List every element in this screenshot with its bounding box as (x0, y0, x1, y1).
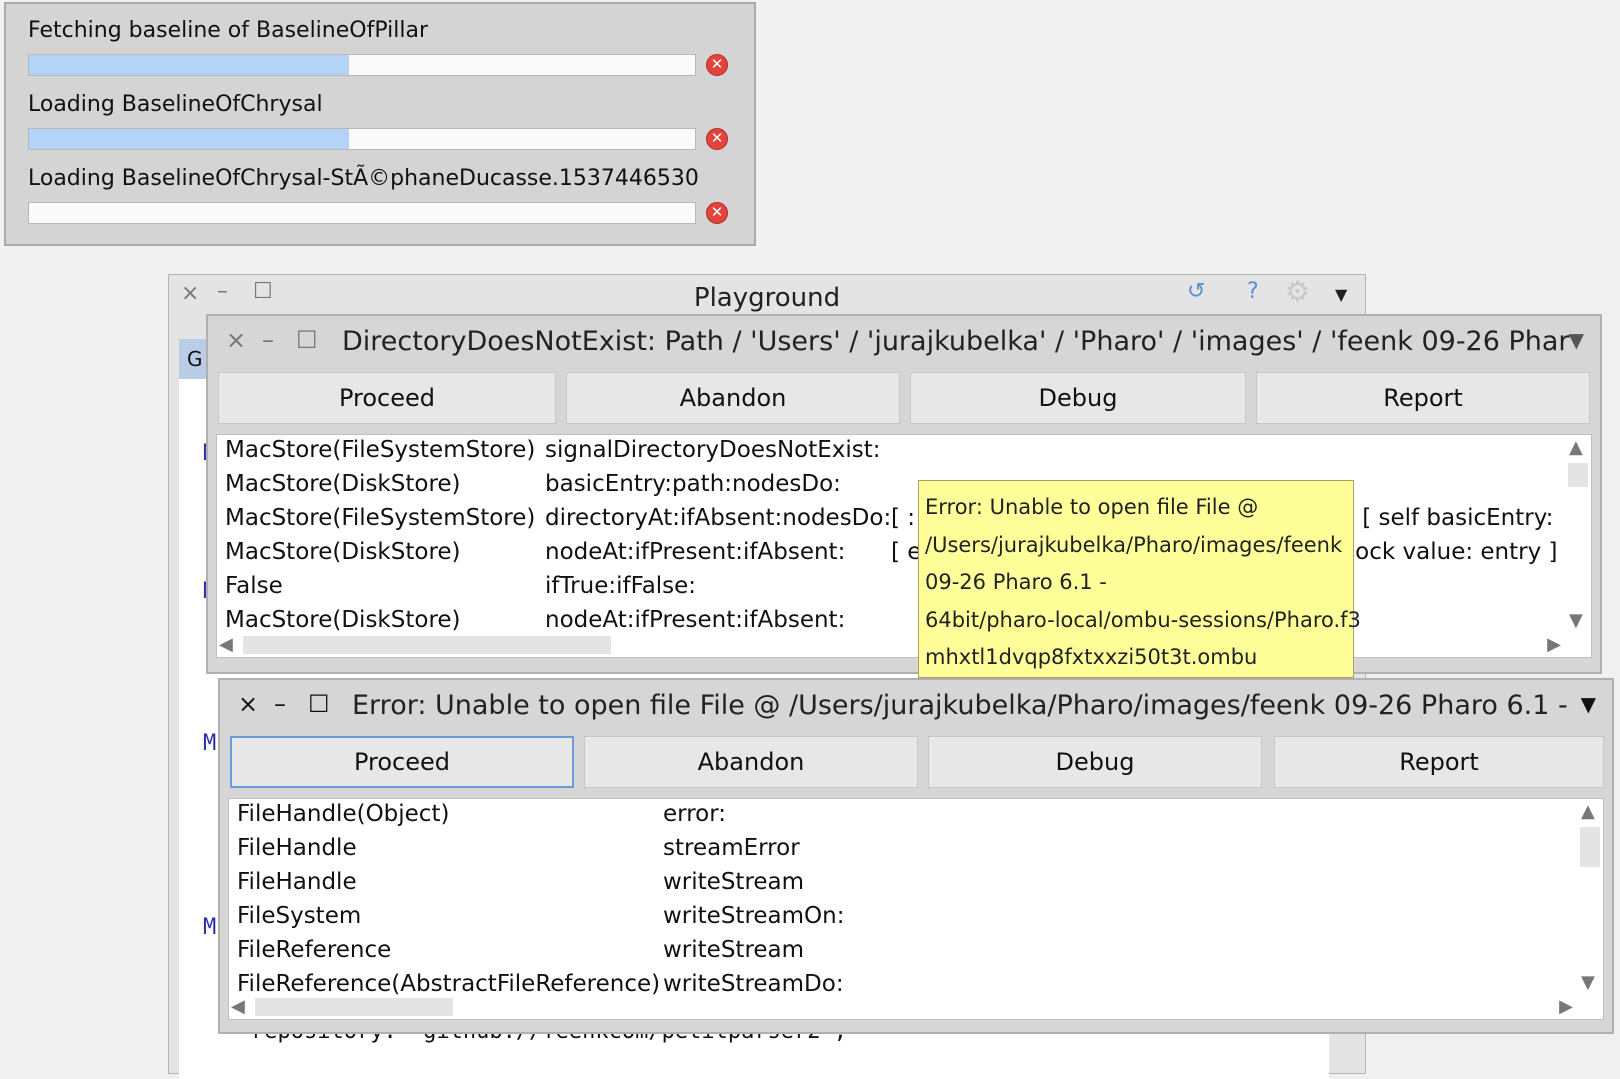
scroll-right-icon[interactable]: ▶ (1559, 996, 1573, 1017)
stack-selector: error: (663, 801, 727, 827)
scroll-up-icon[interactable]: ▲ (1569, 437, 1583, 458)
stack-block: [ : (891, 505, 916, 531)
minimize-icon[interactable]: – (262, 326, 274, 354)
abandon-button[interactable]: Abandon (566, 372, 900, 424)
progress-label-3: Loading BaselineOfChrysal-StÃ©phaneDucas… (28, 166, 699, 191)
stack-selector: writeStream (663, 937, 805, 963)
stack-class: False (225, 573, 283, 599)
chevron-down-icon[interactable]: ▼ (1569, 328, 1584, 352)
stack-selector: directoryAt:ifAbsent:nodesDo: (545, 505, 892, 531)
stack-selector: nodeAt:ifPresent:ifAbsent: (545, 607, 846, 633)
chevron-down-icon[interactable]: ▼ (1335, 285, 1347, 304)
report-button[interactable]: Report (1256, 372, 1590, 424)
stack-class: FileHandle (237, 869, 357, 895)
debugger-title: DirectoryDoesNotExist: Path / 'Users' / … (342, 326, 1570, 357)
tooltip-line: mhxtl1dvqp8fxtxxzi50t3t.ombu (925, 645, 1258, 669)
proceed-button[interactable]: Proceed (218, 372, 556, 424)
scroll-down-icon[interactable]: ▼ (1581, 972, 1595, 993)
report-button[interactable]: Report (1274, 736, 1604, 788)
stack-selector: streamError (663, 835, 800, 861)
chevron-down-icon[interactable]: ▼ (1581, 692, 1596, 716)
progress-bar-1 (28, 54, 696, 76)
vertical-scrollbar[interactable]: ▲ ▼ (1565, 435, 1591, 657)
debugger-window-directory: × – ☐ DirectoryDoesNotExist: Path / 'Use… (206, 314, 1602, 674)
stack-class: MacStore(FileSystemStore) (225, 437, 536, 463)
abandon-button[interactable]: Abandon (584, 736, 918, 788)
proceed-button[interactable]: Proceed (230, 736, 574, 788)
stack-class: FileSystem (237, 903, 362, 929)
scroll-up-icon[interactable]: ▲ (1581, 801, 1595, 822)
debug-button[interactable]: Debug (928, 736, 1262, 788)
stack-selector: basicEntry:path:nodesDo: (545, 471, 841, 497)
scroll-thumb[interactable] (255, 998, 453, 1016)
stack-block: Block value: entry ] (1333, 539, 1558, 565)
stack-class: MacStore(FileSystemStore) (225, 505, 536, 531)
progress-bar-2 (28, 128, 696, 150)
minimize-icon[interactable]: – (274, 690, 286, 718)
playground-title: Playground (693, 283, 841, 313)
progress-label-1: Fetching baseline of BaselineOfPillar (28, 18, 428, 43)
tooltip-line: 64bit/pharo-local/ombu-sessions/Pharo.f3 (925, 607, 1361, 632)
error-tooltip: Error: Unable to open file File @ /Users… (918, 480, 1361, 678)
progress-panel: Fetching baseline of BaselineOfPillar ✕ … (4, 2, 756, 246)
debugger-titlebar[interactable]: × – ☐ Error: Unable to open file File @ … (220, 680, 1612, 732)
stack-class: FileReference(AbstractFileReference) (237, 971, 661, 997)
horizontal-scrollbar[interactable]: ◀ ▶ (217, 633, 1565, 657)
gear-icon[interactable]: ⚙ (1285, 275, 1310, 308)
maximize-icon[interactable]: ☐ (296, 326, 318, 354)
help-icon[interactable]: ? (1247, 279, 1259, 304)
stack-list[interactable]: MacStore(FileSystemStore) signalDirector… (216, 434, 1592, 658)
debugger-titlebar[interactable]: × – ☐ DirectoryDoesNotExist: Path / 'Use… (208, 316, 1600, 368)
stack-block: [ e (891, 539, 922, 565)
scroll-thumb[interactable] (1580, 827, 1600, 867)
scroll-left-icon[interactable]: ◀ (219, 634, 233, 655)
stack-block: e: [ self basicEntry: (1333, 505, 1554, 531)
tooltip-line: /Users/jurajkubelka/Pharo/images/feenk (925, 532, 1343, 557)
stack-class: FileHandle (237, 835, 357, 861)
refresh-icon[interactable]: ↺ (1187, 279, 1205, 304)
stack-class: FileHandle(Object) (237, 801, 450, 827)
stack-class: MacStore(DiskStore) (225, 471, 461, 497)
progress-label-2: Loading BaselineOfChrysal (28, 92, 323, 117)
debugger-window-error: × – ☐ Error: Unable to open file File @ … (218, 678, 1614, 1034)
progress-fill-2 (29, 129, 349, 149)
scroll-down-icon[interactable]: ▼ (1569, 610, 1583, 631)
stack-selector: signalDirectoryDoesNotExist: (545, 437, 881, 463)
scroll-left-icon[interactable]: ◀ (231, 996, 245, 1017)
maximize-icon[interactable]: ☐ (308, 690, 330, 718)
tooltip-line: Error: Unable to open file File @ (925, 495, 1259, 519)
stack-selector: writeStream (663, 869, 805, 895)
stack-class: MacStore(DiskStore) (225, 607, 461, 633)
horizontal-scrollbar[interactable]: ◀ ▶ (229, 995, 1577, 1019)
stack-selector: writeStreamDo: (663, 971, 844, 997)
vertical-scrollbar[interactable]: ▲ ▼ (1577, 799, 1603, 1019)
stack-class: FileReference (237, 937, 392, 963)
debug-button[interactable]: Debug (910, 372, 1246, 424)
stack-selector: ifTrue:ifFalse: (545, 573, 697, 599)
debugger-title: Error: Unable to open file File @ /Users… (352, 690, 1568, 721)
cancel-icon[interactable]: ✕ (706, 128, 728, 150)
scroll-thumb[interactable] (1568, 463, 1588, 487)
stack-selector: nodeAt:ifPresent:ifAbsent: (545, 539, 846, 565)
progress-bar-3 (28, 202, 696, 224)
close-icon[interactable]: × (238, 690, 258, 718)
scroll-thumb[interactable] (243, 636, 611, 654)
cancel-icon[interactable]: ✕ (706, 54, 728, 76)
tooltip-line: 09-26 Pharo 6.1 - (925, 570, 1107, 594)
progress-fill-1 (29, 55, 349, 75)
scroll-right-icon[interactable]: ▶ (1547, 634, 1561, 655)
stack-list[interactable]: FileHandle(Object) error: FileHandle str… (228, 798, 1604, 1020)
cancel-icon[interactable]: ✕ (706, 202, 728, 224)
stack-class: MacStore(DiskStore) (225, 539, 461, 565)
stack-selector: writeStreamOn: (663, 903, 845, 929)
close-icon[interactable]: × (226, 326, 246, 354)
